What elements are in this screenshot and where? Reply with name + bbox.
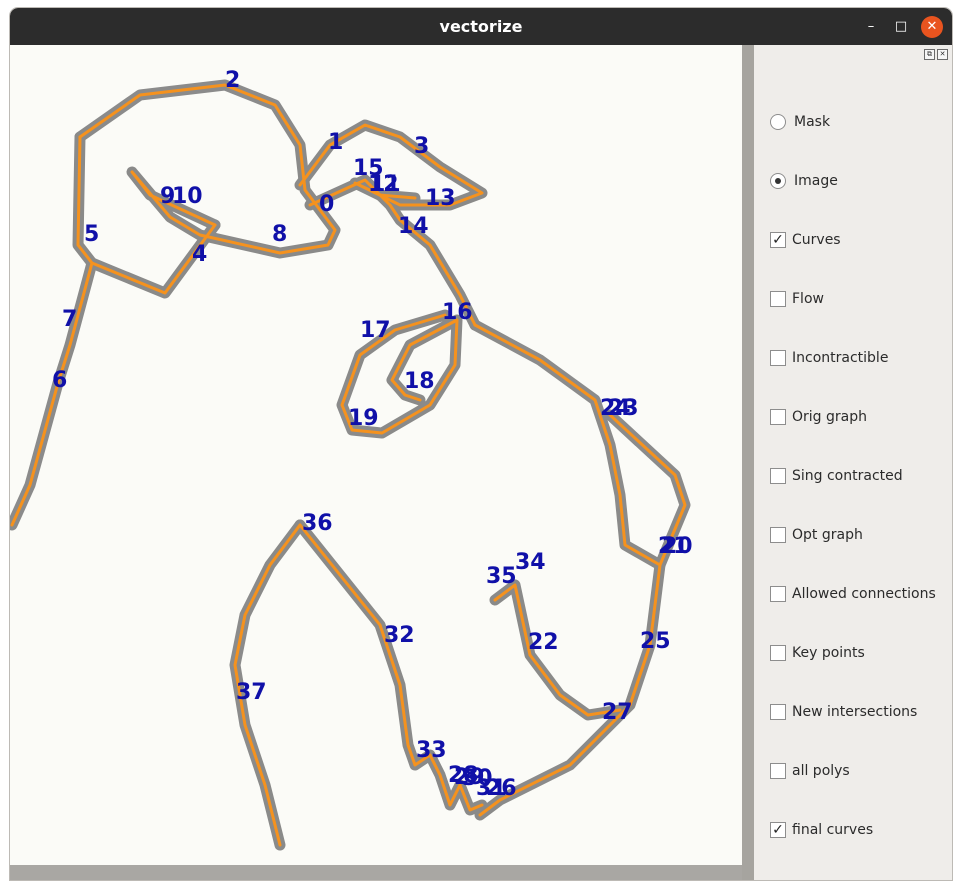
option-opt-graph[interactable]: Opt graph	[770, 525, 863, 545]
option-label: Opt graph	[792, 527, 863, 543]
node-label: 32	[384, 623, 415, 648]
option-label: Mask	[794, 114, 831, 130]
option-label: all polys	[792, 763, 850, 779]
option-orig-graph[interactable]: Orig graph	[770, 407, 867, 427]
node-label: 8	[272, 222, 287, 247]
node-label: 25	[640, 629, 671, 654]
option-label: Flow	[792, 291, 824, 307]
option-image[interactable]: Image	[770, 171, 838, 191]
checkbox[interactable]: ✓	[770, 232, 786, 248]
option-label: Allowed connections	[792, 586, 936, 602]
option-curves[interactable]: ✓ Curves	[770, 230, 841, 250]
option-final-curves[interactable]: ✓ final curves	[770, 820, 873, 840]
option-label: Incontractible	[792, 350, 889, 366]
checkbox[interactable]	[770, 763, 786, 779]
node-label: 17	[360, 318, 391, 343]
node-label: 18	[404, 369, 435, 394]
final-curve	[10, 135, 94, 527]
option-flow[interactable]: Flow	[770, 289, 824, 309]
node-label: 14	[398, 214, 429, 239]
option-sing-contracted[interactable]: Sing contracted	[770, 466, 903, 486]
node-label: 35	[486, 564, 517, 589]
app-window: vectorize – □ ✕ 2 1 3 15 12 11 9 10 13 0 14 5 8 4 7 16 1…	[10, 8, 952, 880]
option-label: Orig graph	[792, 409, 867, 425]
option-key-points[interactable]: Key points	[770, 643, 865, 663]
option-label: Sing contracted	[792, 468, 903, 484]
option-label: New intersections	[792, 704, 918, 720]
node-label: 33	[416, 738, 447, 763]
node-label: 37	[236, 680, 267, 705]
dock-buttons: ⧉ ✕	[924, 49, 948, 60]
vectorize-canvas[interactable]: 2 1 3 15 12 11 9 10 13 0 14 5 8 4 7 16 17 6 18 19 24 23 21 20 36…	[10, 45, 742, 865]
node-label: 7	[62, 307, 77, 332]
option-label: Image	[794, 173, 838, 189]
node-label: 11	[370, 172, 401, 197]
node-label: 0	[319, 192, 334, 217]
node-label: 6	[52, 368, 67, 393]
close-button[interactable]: ✕	[921, 16, 943, 38]
dock-close-button[interactable]: ✕	[937, 49, 948, 60]
node-label: 23	[608, 396, 639, 421]
checkbox[interactable]	[770, 586, 786, 602]
node-label: 36	[302, 511, 333, 536]
stroke-shadow-group	[10, 79, 691, 851]
node-label: 16	[442, 300, 473, 325]
radio-button[interactable]	[770, 114, 786, 130]
horizontal-scrollbar[interactable]	[10, 865, 742, 880]
option-allowed-connections[interactable]: Allowed connections	[770, 584, 936, 604]
dock-splitter[interactable]	[742, 45, 754, 880]
node-label: 34	[515, 550, 546, 575]
final-curves-group	[10, 83, 687, 847]
checkbox[interactable]	[770, 527, 786, 543]
dock-float-button[interactable]: ⧉	[924, 49, 935, 60]
radio-button[interactable]	[770, 173, 786, 189]
checkbox[interactable]	[770, 468, 786, 484]
checkbox[interactable]: ✓	[770, 822, 786, 838]
node-label: 4	[192, 242, 207, 267]
node-label: 22	[528, 630, 559, 655]
drawing-svg: 21 3151211910 130145 847 16176 1819 2423212036…	[10, 68, 693, 851]
final-curve	[473, 323, 687, 567]
node-label: 27	[602, 700, 633, 725]
node-label: 10	[172, 184, 203, 209]
checkbox[interactable]	[770, 704, 786, 720]
option-label: final curves	[792, 822, 874, 838]
checkbox[interactable]	[770, 291, 786, 307]
option-label: Curves	[792, 232, 841, 248]
option-mask[interactable]: Mask	[770, 112, 830, 132]
minimize-button[interactable]: –	[860, 16, 882, 38]
node-label: 26	[486, 776, 517, 801]
option-new-intersections[interactable]: New intersections	[770, 702, 917, 722]
checkbox[interactable]	[770, 409, 786, 425]
checkbox[interactable]	[770, 350, 786, 366]
node-label: 3	[414, 134, 429, 159]
checkbox[interactable]	[770, 645, 786, 661]
node-label: 13	[425, 186, 456, 211]
title-bar: vectorize – □ ✕	[10, 8, 952, 45]
window-title: vectorize	[439, 17, 523, 36]
node-label: 19	[348, 406, 379, 431]
node-label: 20	[662, 534, 693, 559]
option-all-polys[interactable]: all polys	[770, 761, 850, 781]
node-label: 1	[328, 130, 343, 155]
option-incontractible[interactable]: Incontractible	[770, 348, 888, 368]
stroke-shadow	[469, 319, 691, 571]
node-label: 2	[225, 68, 240, 93]
options-panel: ⧉ ✕ Mask Image ✓ Curves Flow Incontractible Or…	[754, 45, 952, 880]
maximize-button[interactable]: □	[890, 16, 912, 38]
option-label: Key points	[792, 645, 865, 661]
node-label: 5	[84, 222, 99, 247]
